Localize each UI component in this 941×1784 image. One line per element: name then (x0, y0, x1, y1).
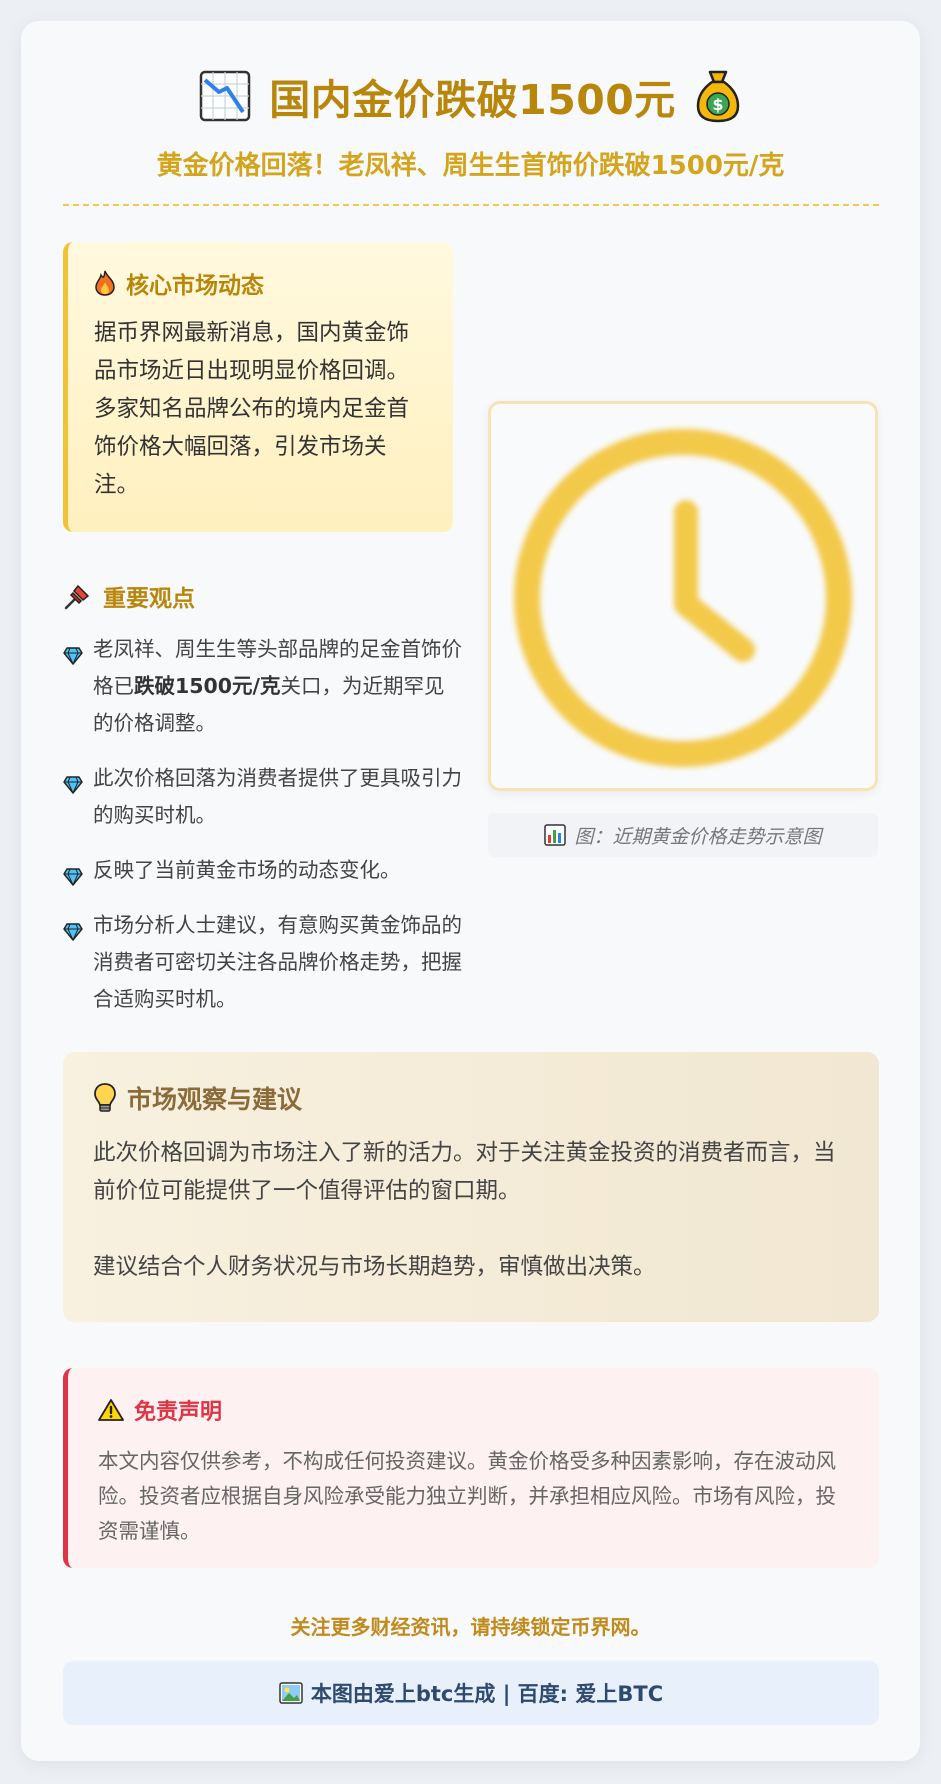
list-item: 老凤祥、周生生等头部品牌的足金首饰价格已跌破1500元/克关口，为近期罕见的价格… (63, 631, 463, 742)
fire-icon (94, 270, 116, 296)
svg-text:$: $ (712, 95, 723, 114)
list-item: 此次价格回落为消费者提供了更具吸引力的购买时机。 (63, 760, 463, 834)
warning-icon (98, 1398, 124, 1422)
title-row: 国内金价跌破1500元 $ (21, 61, 920, 131)
credit-banner: 本图由爱上btc生成 | 百度: 爱上BTC (63, 1661, 879, 1725)
clock-icon (514, 429, 852, 767)
key-points-heading: 重要观点 (63, 579, 195, 613)
credit-text: 本图由爱上btc生成 | 百度: 爱上BTC (310, 1682, 664, 1706)
disclaimer-heading: 免责声明 (98, 1394, 849, 1426)
observation-title: 市场观察与建议 (127, 1085, 303, 1114)
list-item: 市场分析人士建议，有意购买黄金饰品的消费者可密切关注各品牌价格走势，把握合适购买… (63, 907, 463, 1018)
observation-paragraph: 建议结合个人财务状况与市场长期趋势，审慎做出决策。 (93, 1254, 656, 1280)
list-item: 反映了当前黄金市场的动态变化。 (63, 852, 463, 889)
gem-icon (63, 861, 83, 898)
disclaimer-text: 本文内容仅供参考，不构成任何投资建议。黄金价格受多种因素影响，存在波动风险。投资… (98, 1449, 836, 1543)
pushpin-icon (63, 581, 93, 611)
gem-icon (63, 640, 83, 677)
observation-text: 此次价格回调为市场注入了新的活力。对于关注黄金投资的消费者而言，当前价位可能提供… (93, 1134, 849, 1286)
observation-paragraph: 此次价格回调为市场注入了新的活力。对于关注黄金投资的消费者而言，当前价位可能提供… (93, 1140, 836, 1204)
market-observation-box: 市场观察与建议 此次价格回调为市场注入了新的活力。对于关注黄金投资的消费者而言，… (63, 1052, 879, 1322)
core-dynamics-text: 据币界网最新消息，国内黄金饰品市场近日出现明显价格回调。多家知名品牌公布的境内足… (94, 320, 410, 498)
image-caption-text: 图：近期黄金价格走势示意图 (574, 825, 822, 848)
key-points-list: 老凤祥、周生生等头部品牌的足金首饰价格已跌破1500元/克关口，为近期罕见的价格… (63, 631, 463, 1036)
lightbulb-icon (93, 1082, 117, 1114)
header: 国内金价跌破1500元 $ 黄金价格回落！老凤祥、周生生首饰价跌破1500元/克 (21, 61, 920, 182)
gold-trend-image (488, 401, 878, 791)
disclaimer-title: 免责声明 (134, 1400, 223, 1425)
observation-heading: 市场观察与建议 (93, 1080, 849, 1116)
gem-icon (63, 916, 83, 953)
core-dynamics-box: 核心市场动态 据币界网最新消息，国内黄金饰品市场近日出现明显价格回调。多家知名品… (63, 242, 453, 532)
footer-note: 关注更多财经资讯，请持续锁定币界网。 (290, 1615, 651, 1639)
core-dynamics-heading: 核心市场动态 (94, 266, 427, 300)
page-subtitle: 黄金价格回落！老凤祥、周生生首饰价跌破1500元/克 (156, 151, 785, 181)
article-card: 国内金价跌破1500元 $ 黄金价格回落！老凤祥、周生生首饰价跌破1500元/克 (21, 21, 920, 1761)
picture-icon (279, 1682, 303, 1704)
money-bag-icon: $ (694, 68, 742, 124)
chart-down-icon (199, 70, 251, 122)
header-divider (63, 204, 879, 206)
core-dynamics-title: 核心市场动态 (126, 273, 264, 299)
disclaimer-box: 免责声明 本文内容仅供参考，不构成任何投资建议。黄金价格受多种因素影响，存在波动… (63, 1368, 879, 1568)
bar-chart-icon (544, 824, 567, 846)
page-title: 国内金价跌破1500元 (269, 76, 676, 124)
gem-icon (63, 769, 83, 806)
key-points-title: 重要观点 (103, 586, 195, 612)
image-caption: 图：近期黄金价格走势示意图 (488, 813, 878, 857)
